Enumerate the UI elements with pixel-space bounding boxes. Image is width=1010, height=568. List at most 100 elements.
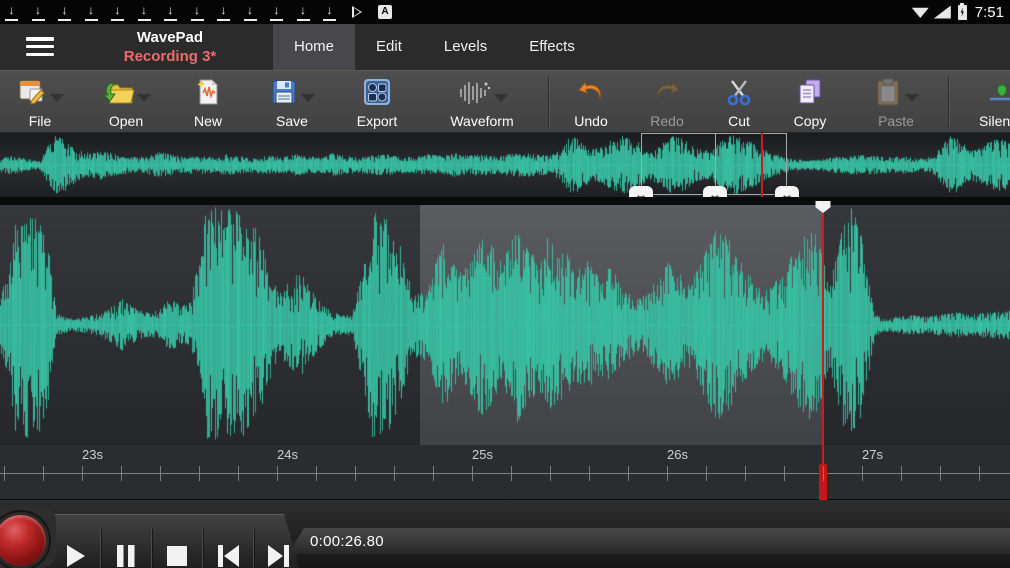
copy-icon [795, 77, 825, 112]
play-icon [62, 543, 88, 568]
time-display-strip: 0:00:26.80 [288, 528, 1010, 554]
download-icon: ↓ [244, 3, 257, 21]
ruler-tick [979, 466, 980, 481]
record-button[interactable] [0, 512, 49, 568]
ruler-tick [784, 466, 785, 481]
ruler-second-label: 25s [472, 447, 493, 462]
silence-button[interactable]: Silence [959, 77, 1010, 129]
ruler-second-label: 24s [277, 447, 298, 462]
open-folder-icon [102, 77, 134, 112]
save-button[interactable]: Save [249, 77, 335, 129]
copy-button[interactable]: Copy [767, 77, 853, 129]
ruler-tick [121, 466, 122, 481]
chevron-down-icon [301, 94, 315, 102]
ruler-second-label: 23s [82, 447, 103, 462]
ruler-tick [238, 466, 239, 481]
overview-strip: ↔ ↔ ↔ [0, 133, 1010, 205]
ruler-tick [82, 466, 83, 481]
ruler-tick [277, 466, 278, 481]
battery-charging-icon [958, 5, 967, 20]
tab-edit[interactable]: Edit [355, 24, 423, 70]
ruler-tick [316, 466, 317, 481]
waveform-button[interactable]: Waveform [439, 77, 525, 129]
transport-bar: 0:00:26.80 [0, 500, 1010, 568]
overview-playhead [761, 133, 763, 197]
skip-to-start-icon [215, 544, 241, 568]
wifi-icon [912, 6, 929, 18]
download-notification-icons: ↓↓↓↓↓↓↓↓↓↓↓↓↓ [0, 3, 336, 21]
chevron-down-icon [50, 94, 64, 102]
tab-home[interactable]: Home [273, 24, 355, 70]
download-icon: ↓ [58, 3, 71, 21]
download-icon: ↓ [85, 3, 98, 21]
ruler-second-label: 27s [862, 447, 883, 462]
skip-to-end-icon [266, 544, 292, 568]
a-badge-icon: A [378, 5, 392, 19]
menu-icon[interactable] [26, 37, 54, 57]
chevron-down-icon [905, 94, 919, 102]
undo-button[interactable]: Undo [548, 77, 634, 129]
ruler-tick [160, 466, 161, 481]
app-title: WavePad [90, 28, 250, 47]
download-icon: ↓ [270, 3, 283, 21]
ruler-tick [589, 466, 590, 481]
skip-to-start-button[interactable] [202, 529, 253, 568]
ruler-tick [862, 466, 863, 481]
toolbar-separator [548, 77, 549, 127]
download-icon: ↓ [297, 3, 310, 21]
waveform-icon [457, 77, 491, 112]
ruler-tick [43, 466, 44, 481]
ruler-tick [433, 466, 434, 481]
undo-icon [575, 77, 607, 112]
ruler-tick [823, 466, 824, 481]
paste-button[interactable]: Paste [853, 77, 939, 129]
overview-waveform-canvas[interactable] [0, 133, 1010, 197]
play-outline-icon [352, 6, 362, 18]
pause-icon [114, 543, 138, 568]
save-disk-icon [270, 77, 298, 112]
export-icon [362, 77, 392, 112]
ruler-tick [706, 466, 707, 481]
main-waveform-view[interactable] [0, 205, 1010, 445]
ruler-second-label: 26s [667, 447, 688, 462]
ruler-tick [4, 466, 5, 481]
chevron-down-icon [494, 94, 508, 102]
ribbon-tabs: Home Edit Levels Effects [273, 24, 596, 70]
open-button[interactable]: Open [83, 77, 169, 129]
ruler-tick [472, 466, 473, 481]
ruler-tick [667, 466, 668, 481]
new-button[interactable]: New [165, 77, 251, 129]
ruler-tick [940, 466, 941, 481]
download-icon: ↓ [217, 3, 230, 21]
tab-levels[interactable]: Levels [423, 24, 508, 70]
play-button[interactable] [50, 529, 100, 568]
main-waveform-canvas[interactable] [0, 205, 1010, 445]
ruler-tick [355, 466, 356, 481]
android-status-bar: ↓↓↓↓↓↓↓↓↓↓↓↓↓ A 7:51 [0, 0, 1010, 24]
redo-icon [651, 77, 683, 112]
wavepad-app: ↓↓↓↓↓↓↓↓↓↓↓↓↓ A 7:51 WavePad Recording 3… [0, 0, 1010, 568]
pause-button[interactable] [100, 529, 151, 568]
ruler-tick [394, 466, 395, 481]
file-button[interactable]: File [0, 77, 83, 129]
silence-icon [987, 77, 1010, 112]
download-icon: ↓ [32, 3, 45, 21]
tab-effects[interactable]: Effects [508, 24, 596, 70]
ruler-tick [745, 466, 746, 481]
stop-button[interactable] [151, 529, 202, 568]
ruler-tick [628, 466, 629, 481]
paste-clipboard-icon [874, 77, 902, 112]
app-header: WavePad Recording 3* Home Edit Levels Ef… [0, 24, 1010, 70]
download-icon: ↓ [191, 3, 204, 21]
time-ruler[interactable]: 23s 24s 25s 26s 27s [0, 445, 1010, 500]
file-name: Recording 3* [90, 47, 250, 66]
download-icon: ↓ [5, 3, 18, 21]
file-icon [17, 77, 47, 112]
toolbar: File Open New Save Export [0, 70, 1010, 133]
new-file-icon [194, 77, 222, 112]
divider-band [0, 197, 1010, 205]
stop-icon [165, 544, 189, 568]
toolbar-separator [948, 77, 949, 127]
chevron-down-icon [137, 94, 151, 102]
export-button[interactable]: Export [334, 77, 420, 129]
